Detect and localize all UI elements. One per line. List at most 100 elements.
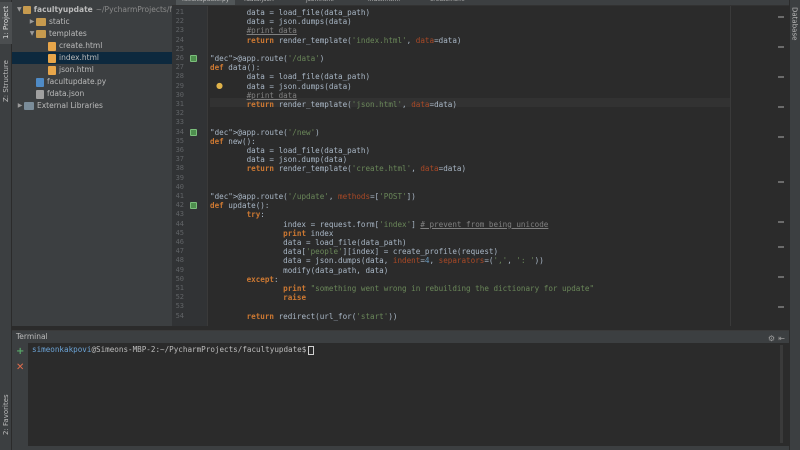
code-line[interactable]: print index [210,229,333,238]
chevron-right-icon[interactable]: ▶ [28,16,36,28]
tree-item[interactable]: ▼ templates [12,28,172,40]
new-session-icon[interactable]: + [16,346,24,357]
code-line[interactable]: def new(): [210,137,256,146]
code-line[interactable]: index = request.form['index'] # prevent … [210,220,548,229]
chevron-right-icon[interactable]: ▶ [16,100,24,112]
tree-item-label: index.html [59,53,99,62]
code-line[interactable]: return redirect(url_for('start')) [210,312,398,321]
hide-panel-icon[interactable]: ⇤ [778,333,785,345]
favorites-tool-tab[interactable]: 2: Favorites [0,388,12,442]
tree-item-label: fdata.json [47,89,85,98]
line-number: 49 [175,265,184,274]
tree-item-label: templates [49,29,87,38]
code-line[interactable]: "dec">@app.route('/update', methods=['PO… [210,192,416,201]
left-tool-strip: 1: Project Z: Structure 2: Favorites [0,0,12,450]
line-number: 53 [175,302,184,311]
tree-item[interactable]: facultupdate.py [12,76,172,88]
stripe-mark[interactable] [778,76,784,78]
database-tool-tab[interactable]: Database [789,4,800,44]
code-line[interactable]: print "something went wrong in rebuildin… [210,284,594,293]
code-line[interactable]: data = json.dumps(data) [210,17,352,26]
tree-item[interactable]: ▼ facultyupdate ~/PycharmProjects/f [12,4,172,16]
stripe-mark[interactable] [778,136,784,138]
tree-item[interactable]: create.html [12,40,172,52]
code-area[interactable]: data = load_file(data_path) data = json.… [210,6,750,326]
line-number: 47 [175,247,184,256]
code-line[interactable]: data = json.dumps(data) [210,82,352,91]
code-line[interactable]: data = json.dumps(data, indent=4, separa… [210,256,544,265]
code-line[interactable]: try: [210,210,265,219]
code-line[interactable]: #print data [210,91,297,100]
structure-tool-tab[interactable]: Z: Structure [0,52,12,110]
code-line[interactable]: data = load_file(data_path) [210,8,370,17]
route-gutter-icon[interactable] [190,128,197,136]
chevron-down-icon[interactable]: ▼ [16,4,23,16]
code-line[interactable]: def update(): [210,201,269,210]
code-line[interactable]: raise [210,293,306,302]
terminal-header: Terminal ⚙ ⇤ [12,331,789,343]
line-number-gutter: 21 22 23 24 25 26 27 28 29 30 31 32 33 34 35 36 37 38 39 40… [172,6,208,326]
line-number: 24 [175,35,184,44]
line-number: 29 [175,81,184,90]
code-line[interactable]: def data(): [210,63,260,72]
terminal-scrollbar[interactable] [780,345,783,443]
stripe-mark[interactable] [778,306,784,308]
code-line[interactable]: #print data [210,26,297,35]
line-number: 31 [175,100,184,108]
line-number: 32 [175,109,184,118]
error-stripe[interactable] [776,6,786,326]
code-editor[interactable]: 21 22 23 24 25 26 27 28 29 30 31 32 33 34 35 36 37 38 39 40… [172,6,789,326]
route-gutter-icon[interactable] [190,202,197,210]
code-line[interactable]: return render_template('create.html', da… [210,164,467,173]
code-line[interactable]: except: [210,275,279,284]
stripe-mark[interactable] [778,221,784,223]
tree-item-label: create.html [59,41,103,50]
tree-item-label: json.html [59,65,94,74]
lightbulb-icon[interactable]: ● [216,81,223,90]
line-number: 36 [175,146,184,154]
stripe-mark[interactable] [778,246,784,248]
route-gutter-icon[interactable] [190,55,197,62]
code-line[interactable]: return render_template('index.html', dat… [210,36,462,45]
stripe-mark[interactable] [778,181,784,183]
terminal-user: simeonkakpovi [32,345,92,354]
line-number: 43 [175,210,184,219]
terminal-cursor [308,345,315,355]
right-margin-guide [730,6,731,326]
tree-item[interactable]: ▶ External Libraries [12,100,172,112]
tree-item[interactable]: index.html [12,52,172,64]
line-number: 34 [175,127,184,136]
stripe-mark[interactable] [778,46,784,48]
code-line[interactable]: data = json.dump(data) [210,155,348,164]
stripe-mark[interactable] [778,16,784,18]
code-line[interactable]: data = load_file(data_path) [210,72,370,81]
stripe-mark[interactable] [778,106,784,108]
code-line[interactable]: modify(data_path, data) [210,266,388,275]
line-number: 37 [175,155,184,164]
line-number: 38 [175,164,184,173]
code-line[interactable]: data = load_file(data_path) [210,146,370,155]
line-number: 21 [175,8,184,16]
tree-item[interactable]: json.html [12,64,172,76]
terminal-prompt[interactable]: simeonkakpovi@Simeons-MBP-2:~/PycharmPro… [32,345,315,355]
line-number: 54 [175,311,184,320]
stripe-mark[interactable] [778,276,784,278]
line-number: 35 [175,136,184,145]
close-session-icon[interactable]: ✕ [16,362,24,373]
code-line[interactable]: return render_template('json.html', data… [210,100,457,109]
status-bar [12,446,789,450]
code-line[interactable]: data = load_file(data_path) [210,238,406,247]
tree-item[interactable]: fdata.json [12,88,172,100]
line-number: 30 [175,90,184,99]
line-number: 39 [175,173,184,182]
code-line[interactable]: data['people'][index] = create_profile(r… [210,247,498,256]
line-number: 50 [175,274,184,283]
line-number: 25 [175,44,184,53]
gear-icon[interactable]: ⚙ [768,333,775,345]
line-number: 41 [175,192,184,200]
code-line[interactable]: "dec">@app.route('/data') [210,54,324,63]
project-tool-tab[interactable]: 1: Project [0,2,12,44]
tree-item[interactable]: ▶ static [12,16,172,28]
chevron-down-icon[interactable]: ▼ [28,28,36,40]
code-line[interactable]: "dec">@app.route('/new') [210,128,320,137]
